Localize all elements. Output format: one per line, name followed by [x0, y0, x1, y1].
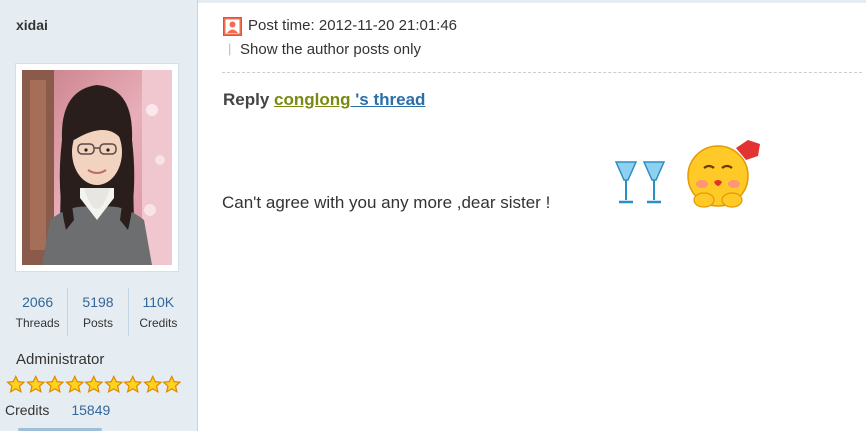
- author-role[interactable]: Administrator: [16, 351, 104, 368]
- post-time: Post time: 2012-11-20 21:01:46: [248, 17, 458, 34]
- author-stats: 2066 Threads 5198 Posts 110K Credits: [8, 288, 188, 336]
- author-sidebar: xidai 2066 Threads 5198 Posts 110K Credi…: [0, 0, 198, 431]
- star-icon: [6, 375, 26, 394]
- avatar[interactable]: [15, 63, 179, 272]
- star-icon: [123, 375, 143, 394]
- author-credits: Credits 15849: [5, 402, 110, 418]
- stat-posts[interactable]: 5198 Posts: [68, 288, 129, 336]
- post-divider: [222, 72, 862, 73]
- reply-heading: Reply conglong 's thread: [223, 90, 425, 110]
- stat-threads[interactable]: 2066 Threads: [8, 288, 69, 336]
- star-icon: [64, 375, 84, 394]
- author-only-link[interactable]: Show the author posts only: [240, 41, 421, 58]
- reply-label: Reply: [223, 90, 270, 109]
- stat-credits[interactable]: 110K Credits: [129, 288, 188, 336]
- stat-posts-label: Posts: [82, 316, 113, 330]
- stat-credits-label: Credits: [139, 316, 178, 330]
- stat-threads-value[interactable]: 2066: [8, 292, 67, 312]
- author-username[interactable]: xidai: [16, 17, 48, 33]
- post-top-border: [198, 0, 866, 3]
- avatar-photo: [22, 70, 172, 265]
- star-icon: [45, 375, 65, 394]
- star-icon: [103, 375, 123, 394]
- credits-value: 15849: [71, 402, 111, 418]
- star-icon: [162, 375, 182, 394]
- credits-label: Credits: [5, 402, 50, 418]
- stat-threads-label: Threads: [15, 316, 60, 330]
- stat-credits-value[interactable]: 110K: [129, 292, 188, 312]
- reply-thread-link[interactable]: 's thread: [351, 90, 425, 109]
- reply-user-link[interactable]: conglong: [274, 90, 350, 109]
- post-message: Can't agree with you any more ,dear sist…: [222, 193, 551, 212]
- cheers-glasses-icon: [614, 161, 666, 204]
- stat-posts-value[interactable]: 5198: [68, 292, 127, 312]
- kiss-smiley-icon: [687, 140, 760, 208]
- user-icon: [223, 17, 242, 36]
- star-icon: [84, 375, 104, 394]
- rank-stars: [6, 375, 182, 395]
- star-icon: [142, 375, 162, 394]
- separator: |: [228, 41, 232, 56]
- star-icon: [25, 375, 45, 394]
